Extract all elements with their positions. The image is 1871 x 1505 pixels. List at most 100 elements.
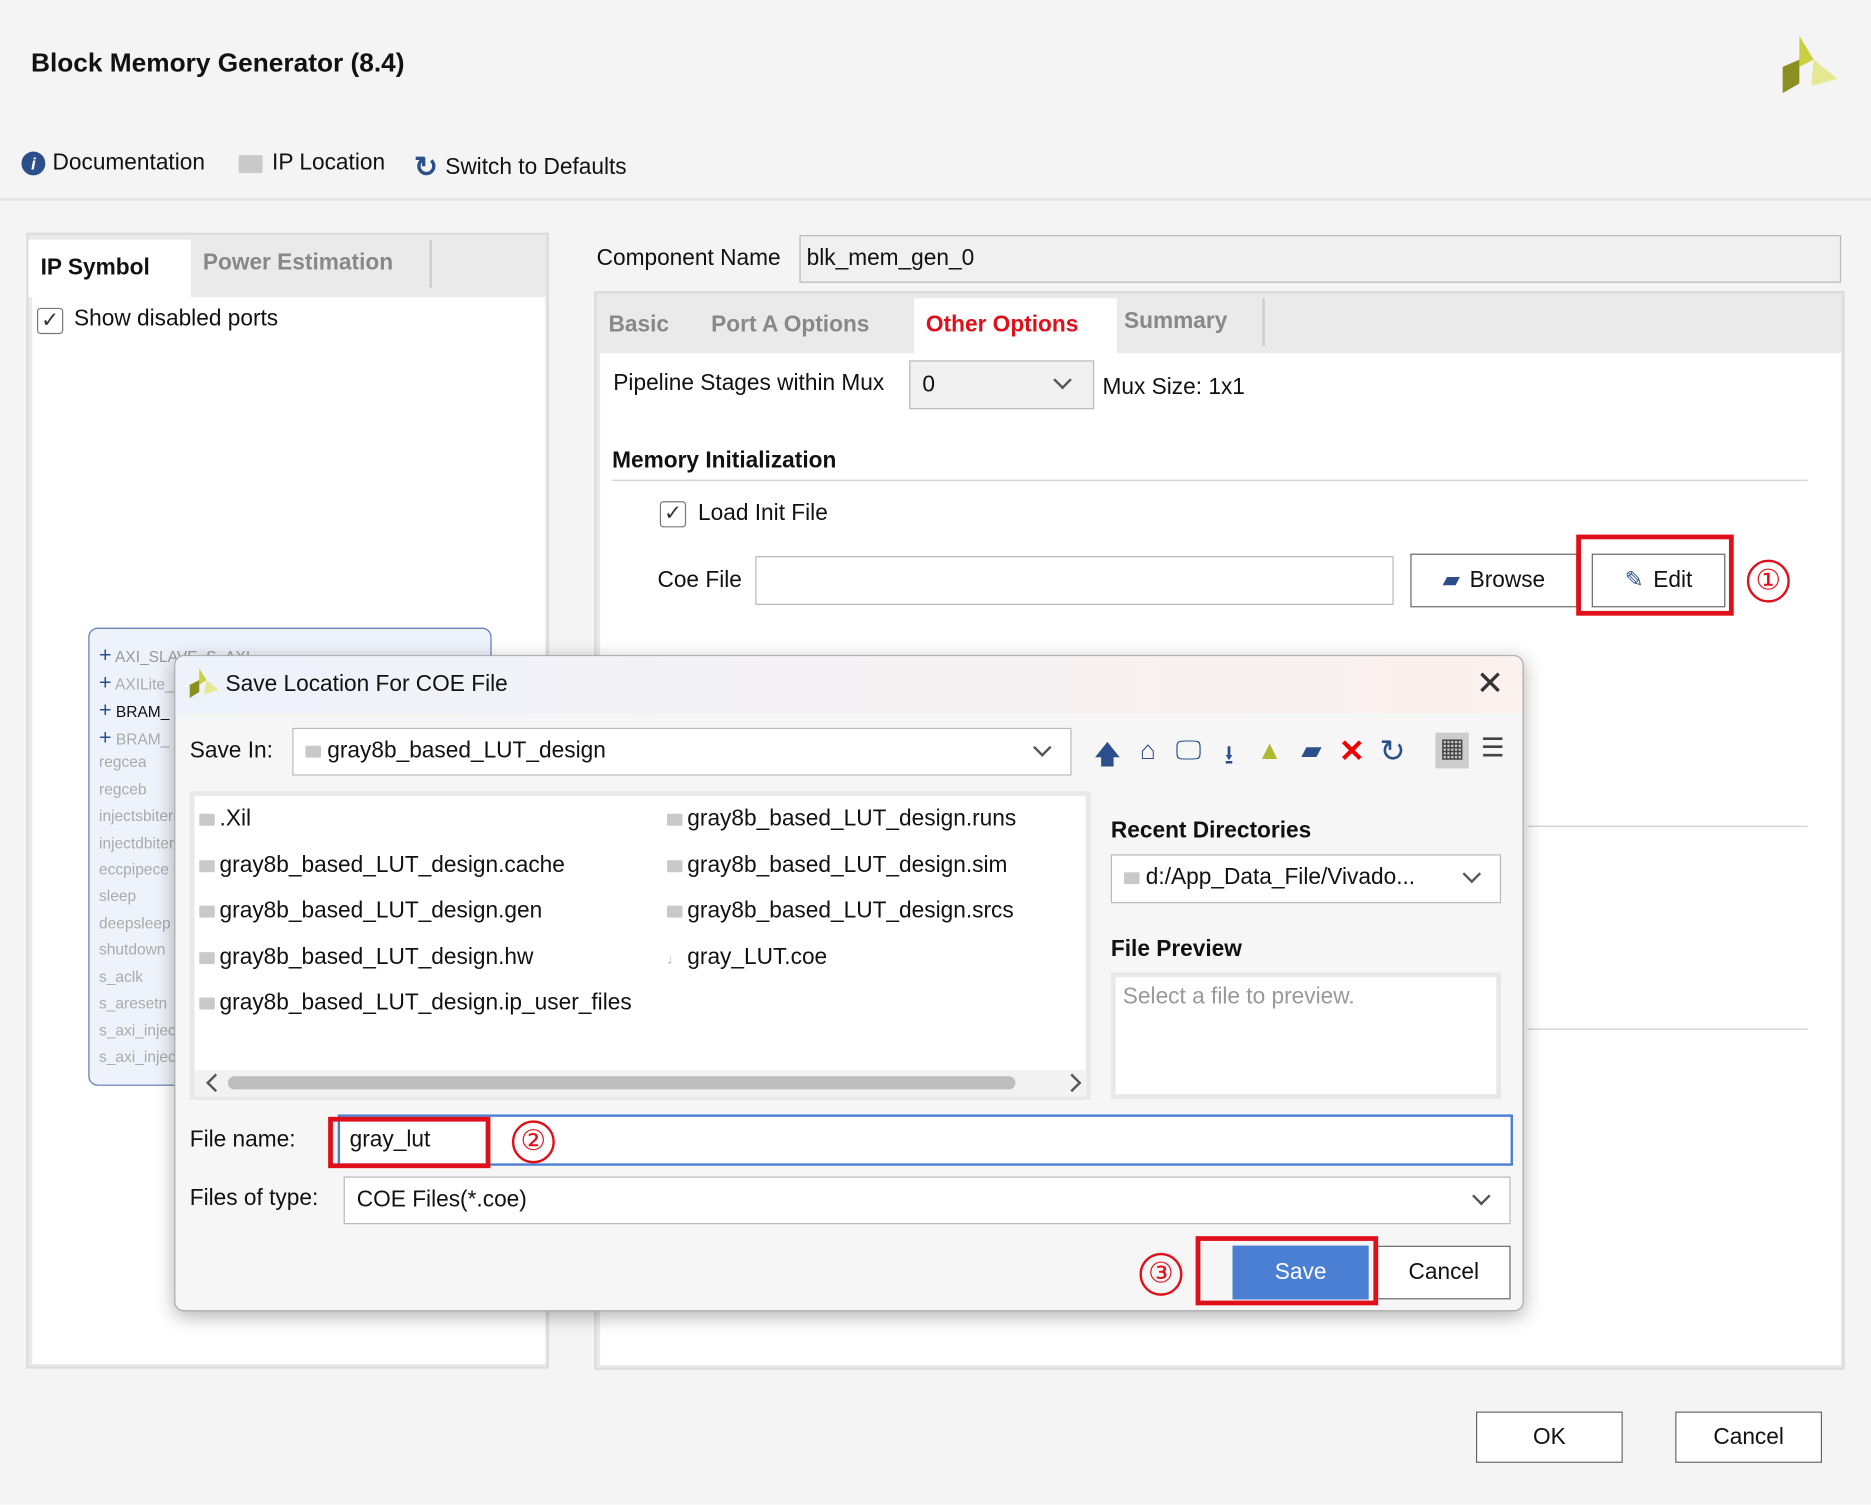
annotation-step-2: ②: [511, 1120, 555, 1164]
vivado-icon: [189, 668, 219, 699]
port: regceb: [99, 780, 147, 799]
folder-icon: [199, 997, 215, 1010]
scroll-left-icon[interactable]: [206, 1073, 225, 1093]
file-item[interactable]: gray8b_based_LUT_design.ip_user_files: [199, 990, 632, 1016]
file-preview-label: File Preview: [1110, 936, 1242, 962]
tab-power-estimation[interactable]: Power Estimation: [191, 239, 432, 288]
new-folder-icon[interactable]: ▰: [1295, 735, 1328, 766]
chevron-down-icon: [1462, 864, 1482, 884]
footer-cancel-button[interactable]: Cancel: [1675, 1411, 1823, 1463]
ok-button[interactable]: OK: [1475, 1411, 1623, 1463]
download-icon[interactable]: ⭳: [1212, 735, 1245, 780]
folder-icon: [666, 813, 683, 826]
chevron-down-icon: [1032, 738, 1052, 757]
load-init-label: Load Init File: [698, 501, 828, 527]
bus-port: AXILite_: [115, 675, 174, 694]
file-item[interactable]: gray8b_based_LUT_design.runs: [666, 807, 1016, 833]
pipeline-value: 0: [922, 372, 935, 398]
divider: [1527, 825, 1808, 827]
port: s_aresetn: [99, 993, 168, 1012]
pipeline-select[interactable]: 0: [909, 360, 1095, 410]
port: injectdbiterr: [99, 834, 180, 852]
scroll-right-icon[interactable]: [1062, 1073, 1082, 1093]
divider: [1527, 1028, 1808, 1030]
annotation-box: [1195, 1236, 1379, 1306]
file-item[interactable]: ♩ gray_LUT.coe: [667, 945, 827, 971]
annotation-step-1: ①: [1746, 559, 1790, 603]
save-in-select[interactable]: gray8b_based_LUT_design: [292, 727, 1072, 776]
file-type-select[interactable]: COE Files(*.coe): [343, 1176, 1511, 1225]
tab-summary[interactable]: Summary: [1112, 298, 1265, 347]
divider: [612, 479, 1808, 481]
browse-button[interactable]: ▰ Browse: [1410, 553, 1578, 608]
port: s_axi_injec: [99, 1047, 176, 1066]
port: s_aclk: [99, 967, 144, 986]
tab-port-a-options[interactable]: Port A Options: [699, 298, 914, 353]
documentation-label: Documentation: [52, 150, 205, 176]
refresh-icon[interactable]: ↻: [1376, 733, 1409, 770]
file-item[interactable]: .Xil: [199, 807, 251, 833]
port: eccpipece: [99, 860, 169, 879]
save-in-label: Save In:: [189, 738, 273, 764]
window-title: Block Memory Generator (8.4): [31, 47, 405, 78]
file-item[interactable]: gray8b_based_LUT_design.gen: [199, 898, 542, 924]
vivado-icon[interactable]: ▲: [1253, 735, 1286, 766]
desktop-icon[interactable]: 🖵: [1172, 735, 1205, 766]
switch-defaults-link[interactable]: ↻ Switch to Defaults: [414, 150, 627, 185]
memory-init-heading: Memory Initialization: [612, 448, 837, 474]
tab-other-options[interactable]: Other Options: [913, 298, 1117, 354]
coe-file-input[interactable]: [755, 556, 1394, 605]
port: deepsleep: [99, 913, 171, 932]
chevron-down-icon: [1472, 1186, 1491, 1206]
folder-icon: [666, 905, 683, 918]
file-item[interactable]: gray8b_based_LUT_design.cache: [199, 853, 565, 879]
port: sleep: [99, 886, 137, 905]
save-in-value: gray8b_based_LUT_design: [327, 738, 606, 764]
port: injectsbiterr: [99, 806, 179, 825]
grid-view-icon[interactable]: ▦: [1435, 732, 1469, 769]
recent-directories-select[interactable]: d:/App_Data_File/Vivado...: [1110, 854, 1502, 904]
file-item[interactable]: gray8b_based_LUT_design.sim: [666, 853, 1007, 879]
show-disabled-ports-checkbox[interactable]: ✓: [36, 307, 64, 335]
folder-icon: [666, 860, 683, 873]
divider: [0, 198, 1871, 201]
port: s_axi_injec: [99, 1021, 176, 1040]
folder-icon: [199, 952, 215, 965]
tab-ip-symbol[interactable]: IP Symbol: [28, 239, 191, 298]
file-name-label: File name:: [189, 1127, 296, 1153]
file-item[interactable]: gray8b_based_LUT_design.srcs: [666, 898, 1014, 924]
ip-location-label: IP Location: [272, 150, 386, 176]
home-icon[interactable]: ⌂: [1131, 735, 1164, 766]
recent-directories-label: Recent Directories: [1110, 818, 1312, 844]
bus-port: BRAM_: [115, 702, 170, 721]
documentation-link[interactable]: i Documentation: [21, 150, 205, 176]
component-name-input[interactable]: blk_mem_gen_0: [799, 235, 1842, 283]
switch-defaults-label: Switch to Defaults: [445, 154, 627, 180]
port: regcea: [99, 752, 147, 771]
refresh-icon: ↻: [414, 151, 439, 184]
cancel-button[interactable]: Cancel: [1376, 1245, 1511, 1300]
folder-icon: [199, 813, 215, 826]
close-icon[interactable]: ✕: [1476, 663, 1504, 702]
file-preview: Select a file to preview.: [1110, 972, 1502, 1099]
folder-icon: [238, 154, 263, 173]
scrollbar-thumb[interactable]: [227, 1076, 1016, 1090]
horizontal-scrollbar[interactable]: [194, 1070, 1086, 1097]
annotation-box: [1576, 534, 1734, 616]
bus-port: BRAM_: [115, 730, 170, 749]
load-init-checkbox[interactable]: ✓: [659, 501, 687, 528]
save-dialog: Save Location For COE File ✕ Save In: gr…: [174, 655, 1524, 1312]
delete-icon[interactable]: ✕: [1335, 733, 1368, 770]
browse-label: Browse: [1469, 567, 1546, 593]
ip-location-link[interactable]: IP Location: [238, 150, 386, 176]
tab-basic[interactable]: Basic: [597, 298, 700, 353]
info-icon: i: [21, 151, 46, 176]
file-item[interactable]: gray8b_based_LUT_design.hw: [199, 945, 533, 971]
folder-icon: [199, 860, 215, 873]
coe-file-label: Coe File: [657, 567, 742, 594]
file-type-value: COE Files(*.coe): [356, 1187, 527, 1213]
folder-open-icon: ▰: [1442, 567, 1461, 594]
list-view-icon[interactable]: ☰: [1476, 733, 1509, 764]
up-folder-icon[interactable]: 🡅: [1091, 735, 1124, 780]
annotation-step-3: ③: [1139, 1252, 1183, 1296]
